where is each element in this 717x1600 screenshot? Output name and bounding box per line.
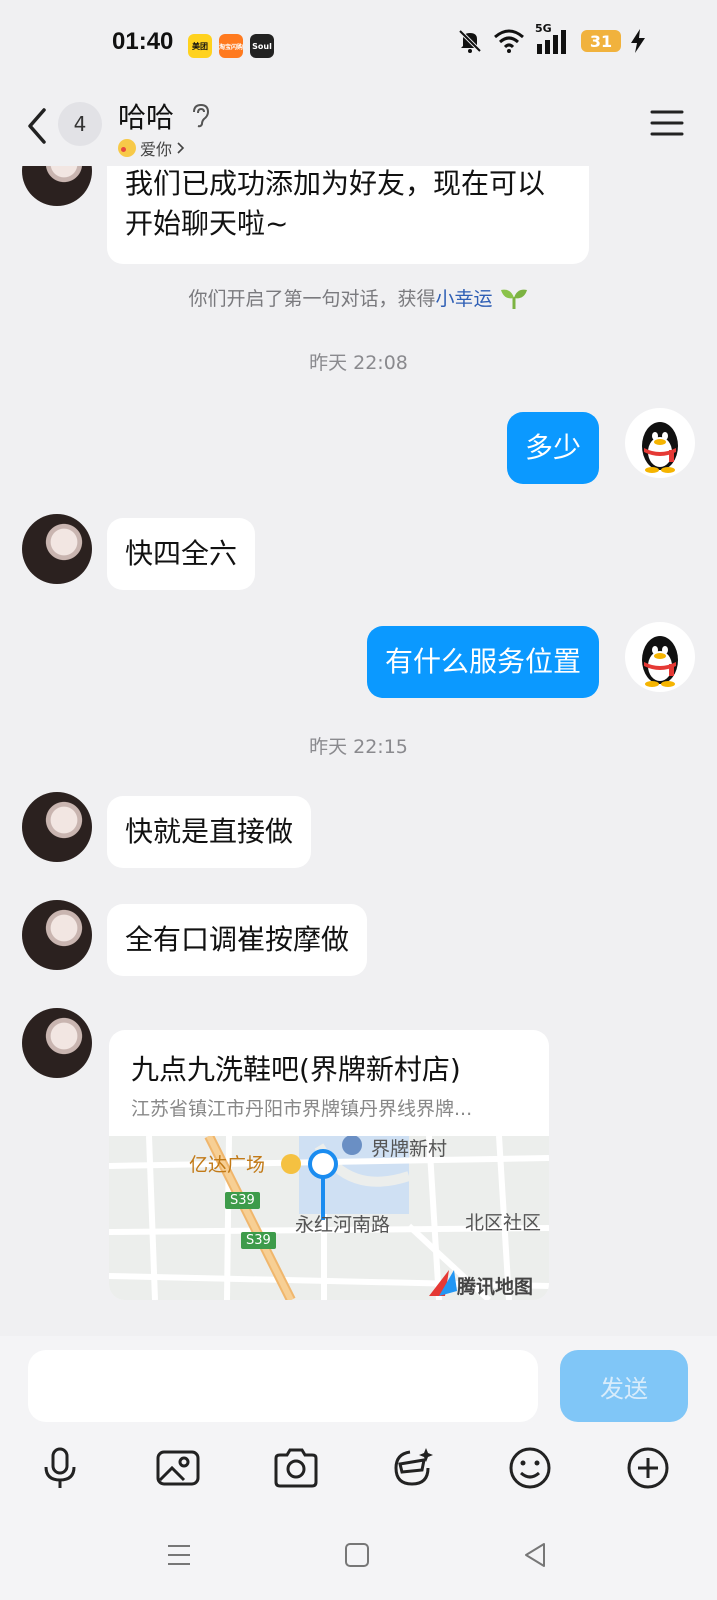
location-address: 江苏省镇江市丹阳市界牌镇丹界线界牌... [131, 1098, 473, 1120]
qq-penguin-icon [642, 636, 678, 687]
sprout-icon [500, 289, 527, 309]
input-area: 发送 [0, 1336, 717, 1600]
contact-avatar[interactable] [22, 166, 92, 206]
road-code-badge: S39 [225, 1192, 260, 1209]
timestamp: 昨天 22:08 [309, 352, 408, 374]
status-emoji-icon [118, 139, 136, 157]
image-icon[interactable] [154, 1444, 202, 1492]
contact-name[interactable]: 哈哈 [118, 96, 174, 136]
map-label-road: 永红河南路 [295, 1214, 391, 1236]
mute-bell-icon [458, 29, 482, 53]
emoji-icon[interactable] [506, 1444, 554, 1492]
map-label-mall: 亿达广场 [189, 1154, 266, 1176]
contact-status[interactable]: 爱你 [118, 136, 186, 160]
location-name: 九点九洗鞋吧(界牌新村店) [131, 1053, 461, 1086]
camera-icon[interactable] [272, 1444, 320, 1492]
map-brand-label: 腾讯地图 [457, 1276, 534, 1298]
contact-avatar[interactable] [22, 514, 92, 584]
nav-back-icon[interactable] [520, 1540, 550, 1570]
message-bubble-outgoing[interactable]: 有什么服务位置 [366, 626, 599, 698]
contact-avatar[interactable] [22, 792, 92, 862]
nav-menu-icon[interactable] [164, 1540, 194, 1570]
message-bubble-incoming[interactable]: 快就是直接做 [107, 796, 312, 868]
map-label-village: 界牌新村 [371, 1138, 448, 1160]
message-input[interactable] [28, 1350, 538, 1422]
charging-icon [631, 29, 645, 53]
mic-icon[interactable] [36, 1444, 84, 1492]
timestamp: 昨天 22:15 [309, 736, 408, 758]
back-icon[interactable] [22, 104, 52, 148]
system-message-text: 你们开启了第一句对话，获得 [188, 288, 436, 310]
qq-penguin-icon [642, 422, 678, 473]
my-avatar[interactable] [625, 408, 695, 478]
my-avatar[interactable] [625, 622, 695, 692]
chat-header: 4 哈哈 爱你 [0, 90, 717, 166]
nav-home-icon[interactable] [342, 1540, 372, 1570]
location-card[interactable]: 九点九洗鞋吧(界牌新村店) 江苏省镇江市丹阳市界牌镇丹界线界牌... 亿达广场 … [109, 1030, 549, 1300]
lucky-link[interactable]: 小幸运 [435, 288, 492, 310]
message-bubble-incoming[interactable]: 我们已成功添加为好友，现在可以开始聊天啦~ [107, 166, 589, 264]
sticker-icon[interactable] [388, 1444, 436, 1492]
wifi-icon [494, 29, 524, 53]
status-icons: 5G 31 [457, 22, 645, 54]
message-bubble-incoming[interactable]: 快四全六 [107, 518, 256, 590]
send-button[interactable]: 发送 [560, 1350, 688, 1422]
chevron-right-icon [177, 142, 185, 154]
taobao-flash-app-icon: 淘宝闪购 [219, 34, 243, 58]
map-preview[interactable]: 亿达广场 界牌新村 永红河南路 北区社区 S39 S39 腾讯地图 [109, 1136, 549, 1300]
message-bubble-incoming[interactable]: 全有口调崔按摩做 [107, 904, 368, 976]
menu-icon[interactable] [650, 108, 684, 138]
cellular-signal-icon: 5G [535, 22, 571, 54]
road-code-badge: S39 [241, 1232, 276, 1249]
status-time: 01:40 [112, 28, 174, 55]
contact-avatar[interactable] [22, 1008, 92, 1078]
plus-icon[interactable] [624, 1444, 672, 1492]
soul-app-icon: Soul [250, 34, 274, 58]
meituan-app-icon: 美团 [188, 34, 212, 58]
message-bubble-outgoing[interactable]: 多少 [506, 412, 599, 484]
status-text: 爱你 [140, 140, 173, 159]
chat-messages[interactable]: 我们已成功添加为好友，现在可以开始聊天啦~ 你们开启了第一句对话，获得小幸运 昨… [0, 166, 717, 1300]
ear-icon[interactable] [188, 102, 212, 128]
system-message: 你们开启了第一句对话，获得小幸运 [0, 284, 717, 311]
contact-avatar[interactable] [22, 900, 92, 970]
unread-count-badge[interactable]: 4 [58, 102, 102, 146]
battery-icon: 31 [581, 30, 621, 52]
map-label-community: 北区社区 [465, 1212, 542, 1234]
status-bar: 01:40 美团 淘宝闪购 Soul 5G 31 [0, 0, 717, 90]
